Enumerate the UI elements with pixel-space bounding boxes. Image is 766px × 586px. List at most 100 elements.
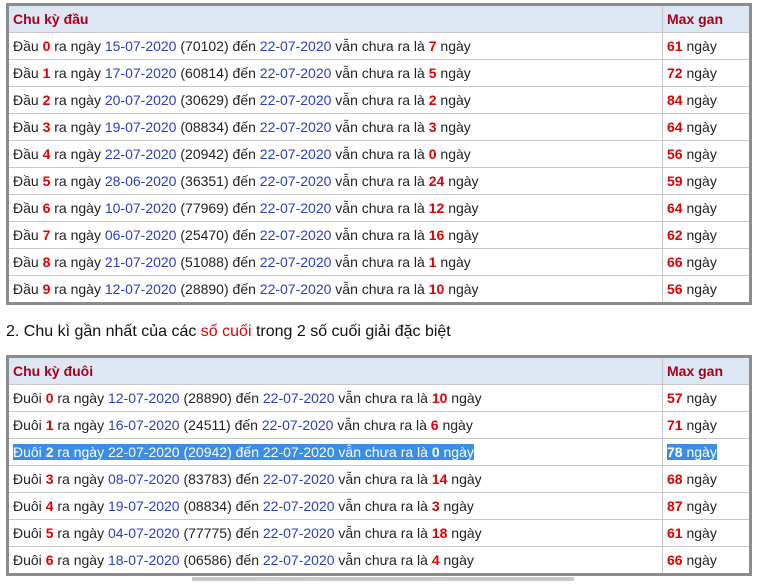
row-prefix: Đầu	[13, 119, 39, 135]
row-result-code: (20942)	[180, 146, 229, 162]
row-text-den: đến	[232, 281, 256, 297]
row-text-ngay: ngày	[443, 552, 474, 568]
max-gan-unit: ngày	[686, 498, 717, 514]
table-row: Đuôi 1 ra ngày 16-07-2020 (24511) đến 22…	[7, 411, 751, 439]
row-days: 10	[428, 281, 445, 297]
row-text-ra-ngay: ra ngày	[54, 119, 101, 135]
row-text-ngay: ngày	[440, 92, 471, 108]
row-days: 1	[428, 254, 437, 270]
row-text-ra-ngay: ra ngày	[57, 498, 105, 514]
row-text-chua-ra: vẫn chưa ra là	[335, 173, 425, 189]
table-row: Đuôi 3 ra ngày 08-07-2020 (83783) đến 22…	[7, 465, 751, 493]
row-result-code: (77969)	[180, 200, 229, 216]
row-result-code: (08834)	[183, 498, 232, 514]
max-gan-unit: ngày	[686, 65, 717, 81]
max-gan-unit: ngày	[686, 444, 717, 460]
max-gan-value: 66	[667, 254, 683, 270]
max-gan-unit: ngày	[686, 38, 717, 54]
max-gan-cell: 66 ngày	[662, 546, 751, 575]
row-text-ngay: ngày	[451, 471, 482, 487]
row-result-code: (51088)	[180, 254, 229, 270]
row-start-date: 12-07-2020	[104, 281, 177, 297]
section-2-title: 2. Chu kì gần nhất của các số cuối trong…	[6, 323, 451, 341]
max-gan-cell: 78 ngày	[662, 438, 751, 466]
row-text-chua-ra: vẫn chưa ra là	[335, 65, 425, 81]
tail-cycle-header-row: Chu kỳ đuôi Max gan	[7, 356, 751, 385]
row-text-den: đến	[235, 390, 259, 406]
row-days: 10	[431, 390, 448, 406]
row-text-ra-ngay: ra ngày	[54, 65, 101, 81]
max-gan-value: 87	[667, 498, 683, 514]
row-text-den: đến	[235, 552, 259, 568]
selected-text[interactable]: 78 ngày	[667, 444, 717, 460]
row-text-chua-ra: vẫn chưa ra là	[335, 146, 425, 162]
head-cycle-header-row: Chu kỳ đầu Max gan	[7, 4, 751, 33]
section-2-title-end: trong 2 số cuối giải đặc biệt	[255, 323, 451, 340]
row-start-date: 06-07-2020	[104, 227, 177, 243]
max-gan-cell: 64 ngày	[662, 194, 751, 222]
row-text-chua-ra: vẫn chưa ra là	[338, 525, 428, 541]
row-start-date: 28-06-2020	[104, 173, 177, 189]
row-end-date: 22-07-2020	[259, 173, 332, 189]
row-digit: 6	[42, 200, 51, 216]
row-result-code: (70102)	[180, 38, 229, 54]
max-gan-value: 84	[667, 92, 683, 108]
head-cycle-header: Chu kỳ đầu	[7, 4, 663, 33]
cycle-cell: Đầu 7 ra ngày 06-07-2020 (25470) đến 22-…	[7, 221, 663, 249]
row-prefix: Đuôi	[13, 471, 42, 487]
max-gan-unit: ngày	[686, 92, 717, 108]
max-gan-value: 62	[667, 227, 683, 243]
selected-text[interactable]: Đuôi 2 ra ngày 22-07-2020 (20942) đến 22…	[13, 444, 474, 460]
cycle-cell: Đuôi 6 ra ngày 18-07-2020 (06586) đến 22…	[7, 546, 663, 575]
cycle-cell: Đầu 8 ra ngày 21-07-2020 (51088) đến 22-…	[7, 248, 663, 276]
row-start-date: 04-07-2020	[107, 525, 180, 541]
row-text-chua-ra: vẫn chưa ra là	[338, 390, 428, 406]
section-2-title-highlight: số cuối	[200, 323, 252, 340]
table-row: Đầu 2 ra ngày 20-07-2020 (30629) đến 22-…	[7, 86, 751, 114]
row-prefix: Đầu	[13, 146, 39, 162]
row-text-ngay: ngày	[448, 200, 479, 216]
row-text-den: đến	[232, 38, 256, 54]
row-digit: 2	[42, 92, 51, 108]
max-gan-value: 78	[667, 444, 683, 460]
row-text-den: đến	[235, 444, 259, 460]
max-gan-value: 56	[667, 281, 683, 297]
row-prefix: Đầu	[13, 254, 39, 270]
row-result-code: (83783)	[183, 471, 232, 487]
row-text-ngay: ngày	[440, 254, 471, 270]
table-row: Đầu 6 ra ngày 10-07-2020 (77969) đến 22-…	[7, 194, 751, 222]
table-row: Đuôi 0 ra ngày 12-07-2020 (28890) đến 22…	[7, 384, 751, 412]
row-start-date: 19-07-2020	[104, 119, 177, 135]
row-end-date: 22-07-2020	[259, 38, 332, 54]
row-days: 24	[428, 173, 445, 189]
cycle-cell: Đuôi 0 ra ngày 12-07-2020 (28890) đến 22…	[7, 384, 663, 412]
row-start-date: 22-07-2020	[107, 444, 180, 460]
row-text-den: đến	[232, 254, 256, 270]
row-text-chua-ra: vẫn chưa ra là	[338, 498, 428, 514]
row-text-chua-ra: vẫn chưa ra là	[335, 119, 425, 135]
max-gan-header: Max gan	[662, 356, 751, 385]
cycle-cell: Đầu 4 ra ngày 22-07-2020 (20942) đến 22-…	[7, 140, 663, 168]
row-text-den: đến	[234, 417, 258, 433]
max-gan-cell: 84 ngày	[662, 86, 751, 114]
row-text-den: đến	[235, 525, 259, 541]
row-end-date: 22-07-2020	[259, 200, 332, 216]
row-text-chua-ra: vẫn chưa ra là	[335, 92, 425, 108]
table-row: Đầu 3 ra ngày 19-07-2020 (08834) đến 22-…	[7, 113, 751, 141]
max-gan-cell: 66 ngày	[662, 248, 751, 276]
row-end-date: 22-07-2020	[262, 552, 335, 568]
row-start-date: 22-07-2020	[104, 146, 177, 162]
row-text-ngay: ngày	[448, 281, 479, 297]
row-end-date: 22-07-2020	[262, 498, 335, 514]
max-gan-unit: ngày	[686, 227, 717, 243]
row-days: 2	[428, 92, 437, 108]
row-text-chua-ra: vẫn chưa ra là	[338, 471, 428, 487]
row-end-date: 22-07-2020	[259, 254, 332, 270]
row-text-den: đến	[232, 227, 256, 243]
row-end-date: 22-07-2020	[262, 390, 335, 406]
max-gan-value: 56	[667, 146, 683, 162]
cycle-cell: Đầu 5 ra ngày 28-06-2020 (36351) đến 22-…	[7, 167, 663, 195]
horizontal-scrollbar[interactable]	[192, 577, 574, 581]
max-gan-cell: 87 ngày	[662, 492, 751, 520]
cycle-cell: Đuôi 2 ra ngày 22-07-2020 (20942) đến 22…	[7, 438, 663, 466]
